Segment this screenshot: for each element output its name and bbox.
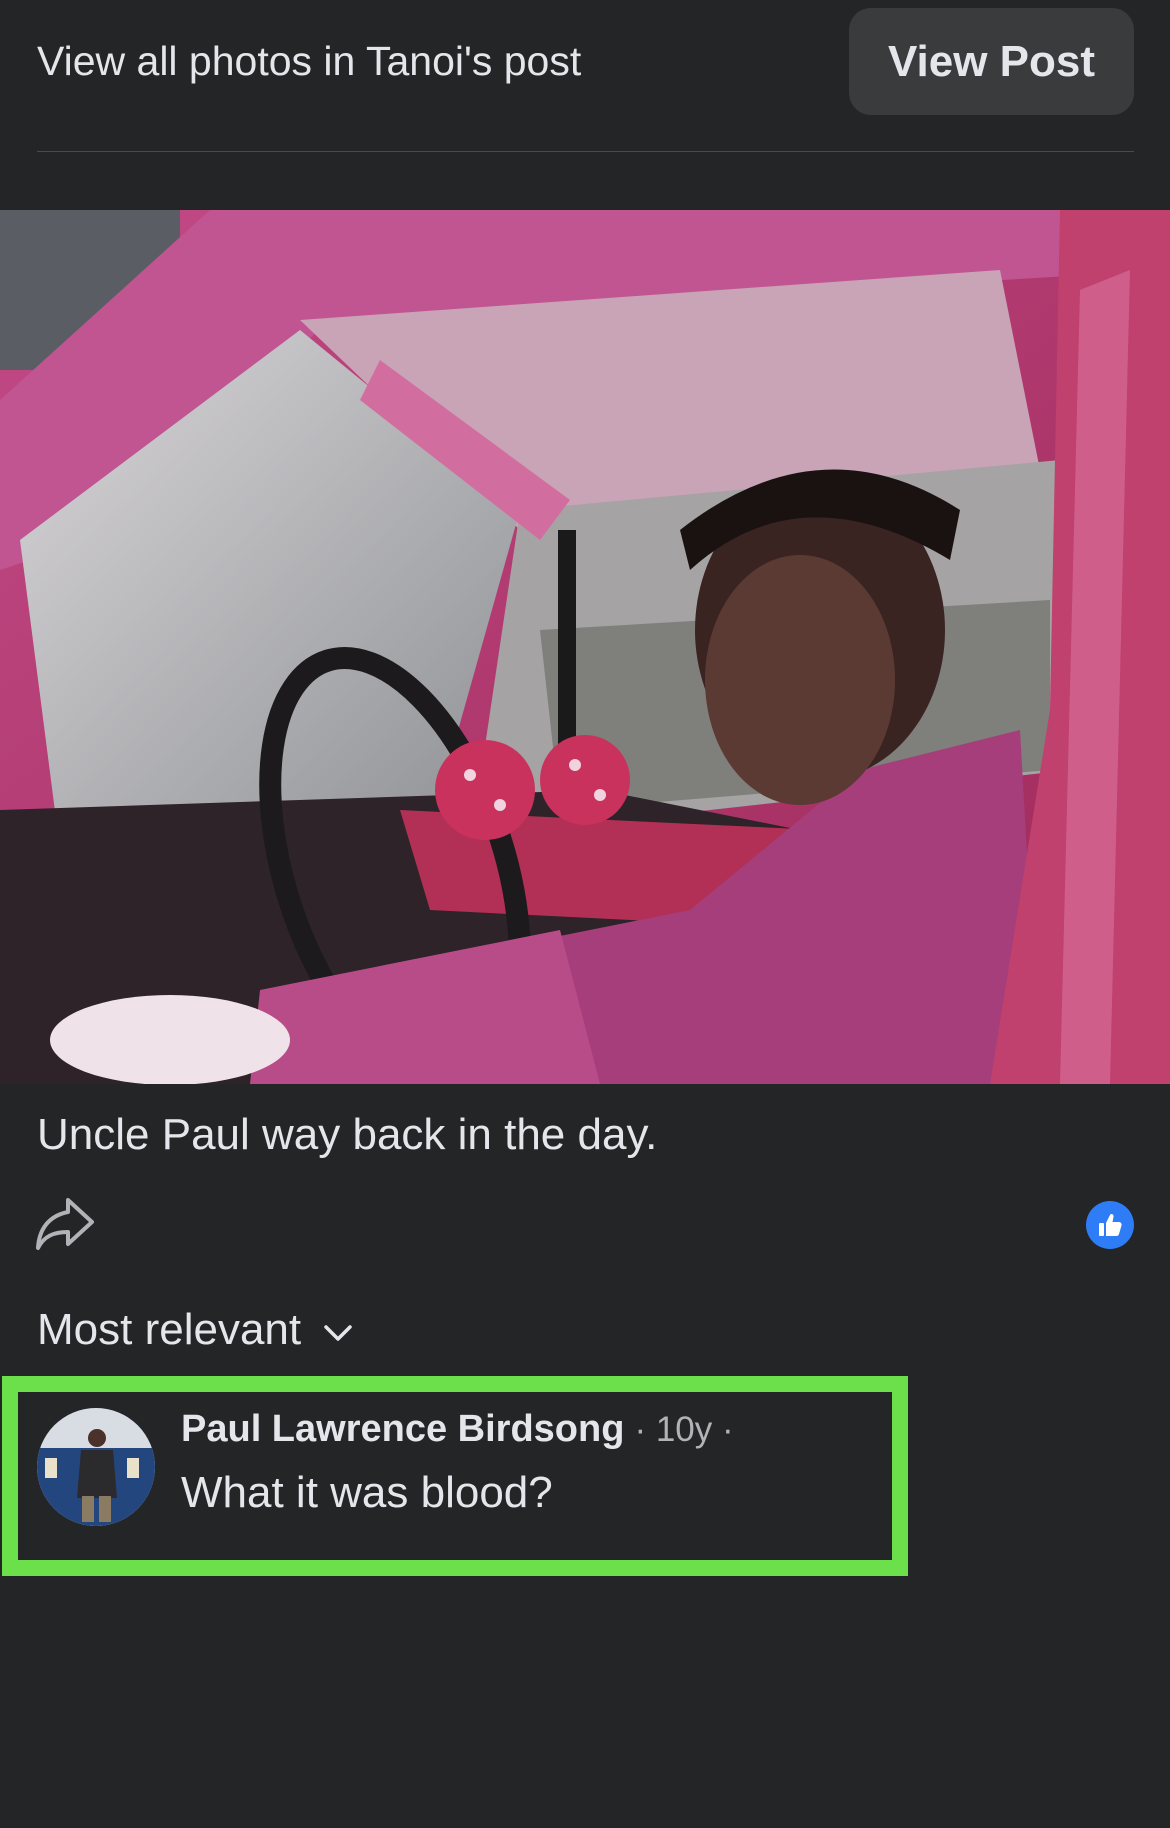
divider bbox=[37, 151, 1134, 152]
comment-item[interactable]: Paul Lawrence Birdsong · 10y · What it w… bbox=[37, 1408, 857, 1530]
thumbs-up-icon[interactable] bbox=[1086, 1201, 1134, 1249]
comment-sort-dropdown[interactable]: Most relevant bbox=[37, 1305, 353, 1355]
comment-meta: · 10y · bbox=[634, 1410, 734, 1449]
view-post-button[interactable]: View Post bbox=[849, 8, 1134, 115]
comment-text: What it was blood? bbox=[181, 1468, 553, 1517]
photo-caption: Uncle Paul way back in the day. bbox=[37, 1110, 658, 1159]
post-photo[interactable] bbox=[0, 210, 1170, 1084]
top-bar: View all photos in Tanoi's post View Pos… bbox=[0, 0, 1170, 152]
comment-header: Paul Lawrence Birdsong · 10y · bbox=[181, 1408, 734, 1451]
sort-label: Most relevant bbox=[37, 1305, 302, 1354]
avatar[interactable] bbox=[37, 1408, 155, 1526]
view-all-photos-label: View all photos in Tanoi's post bbox=[37, 38, 582, 84]
share-icon[interactable] bbox=[34, 1194, 96, 1252]
chevron-down-icon bbox=[324, 1325, 352, 1341]
comment-author[interactable]: Paul Lawrence Birdsong bbox=[181, 1408, 624, 1451]
